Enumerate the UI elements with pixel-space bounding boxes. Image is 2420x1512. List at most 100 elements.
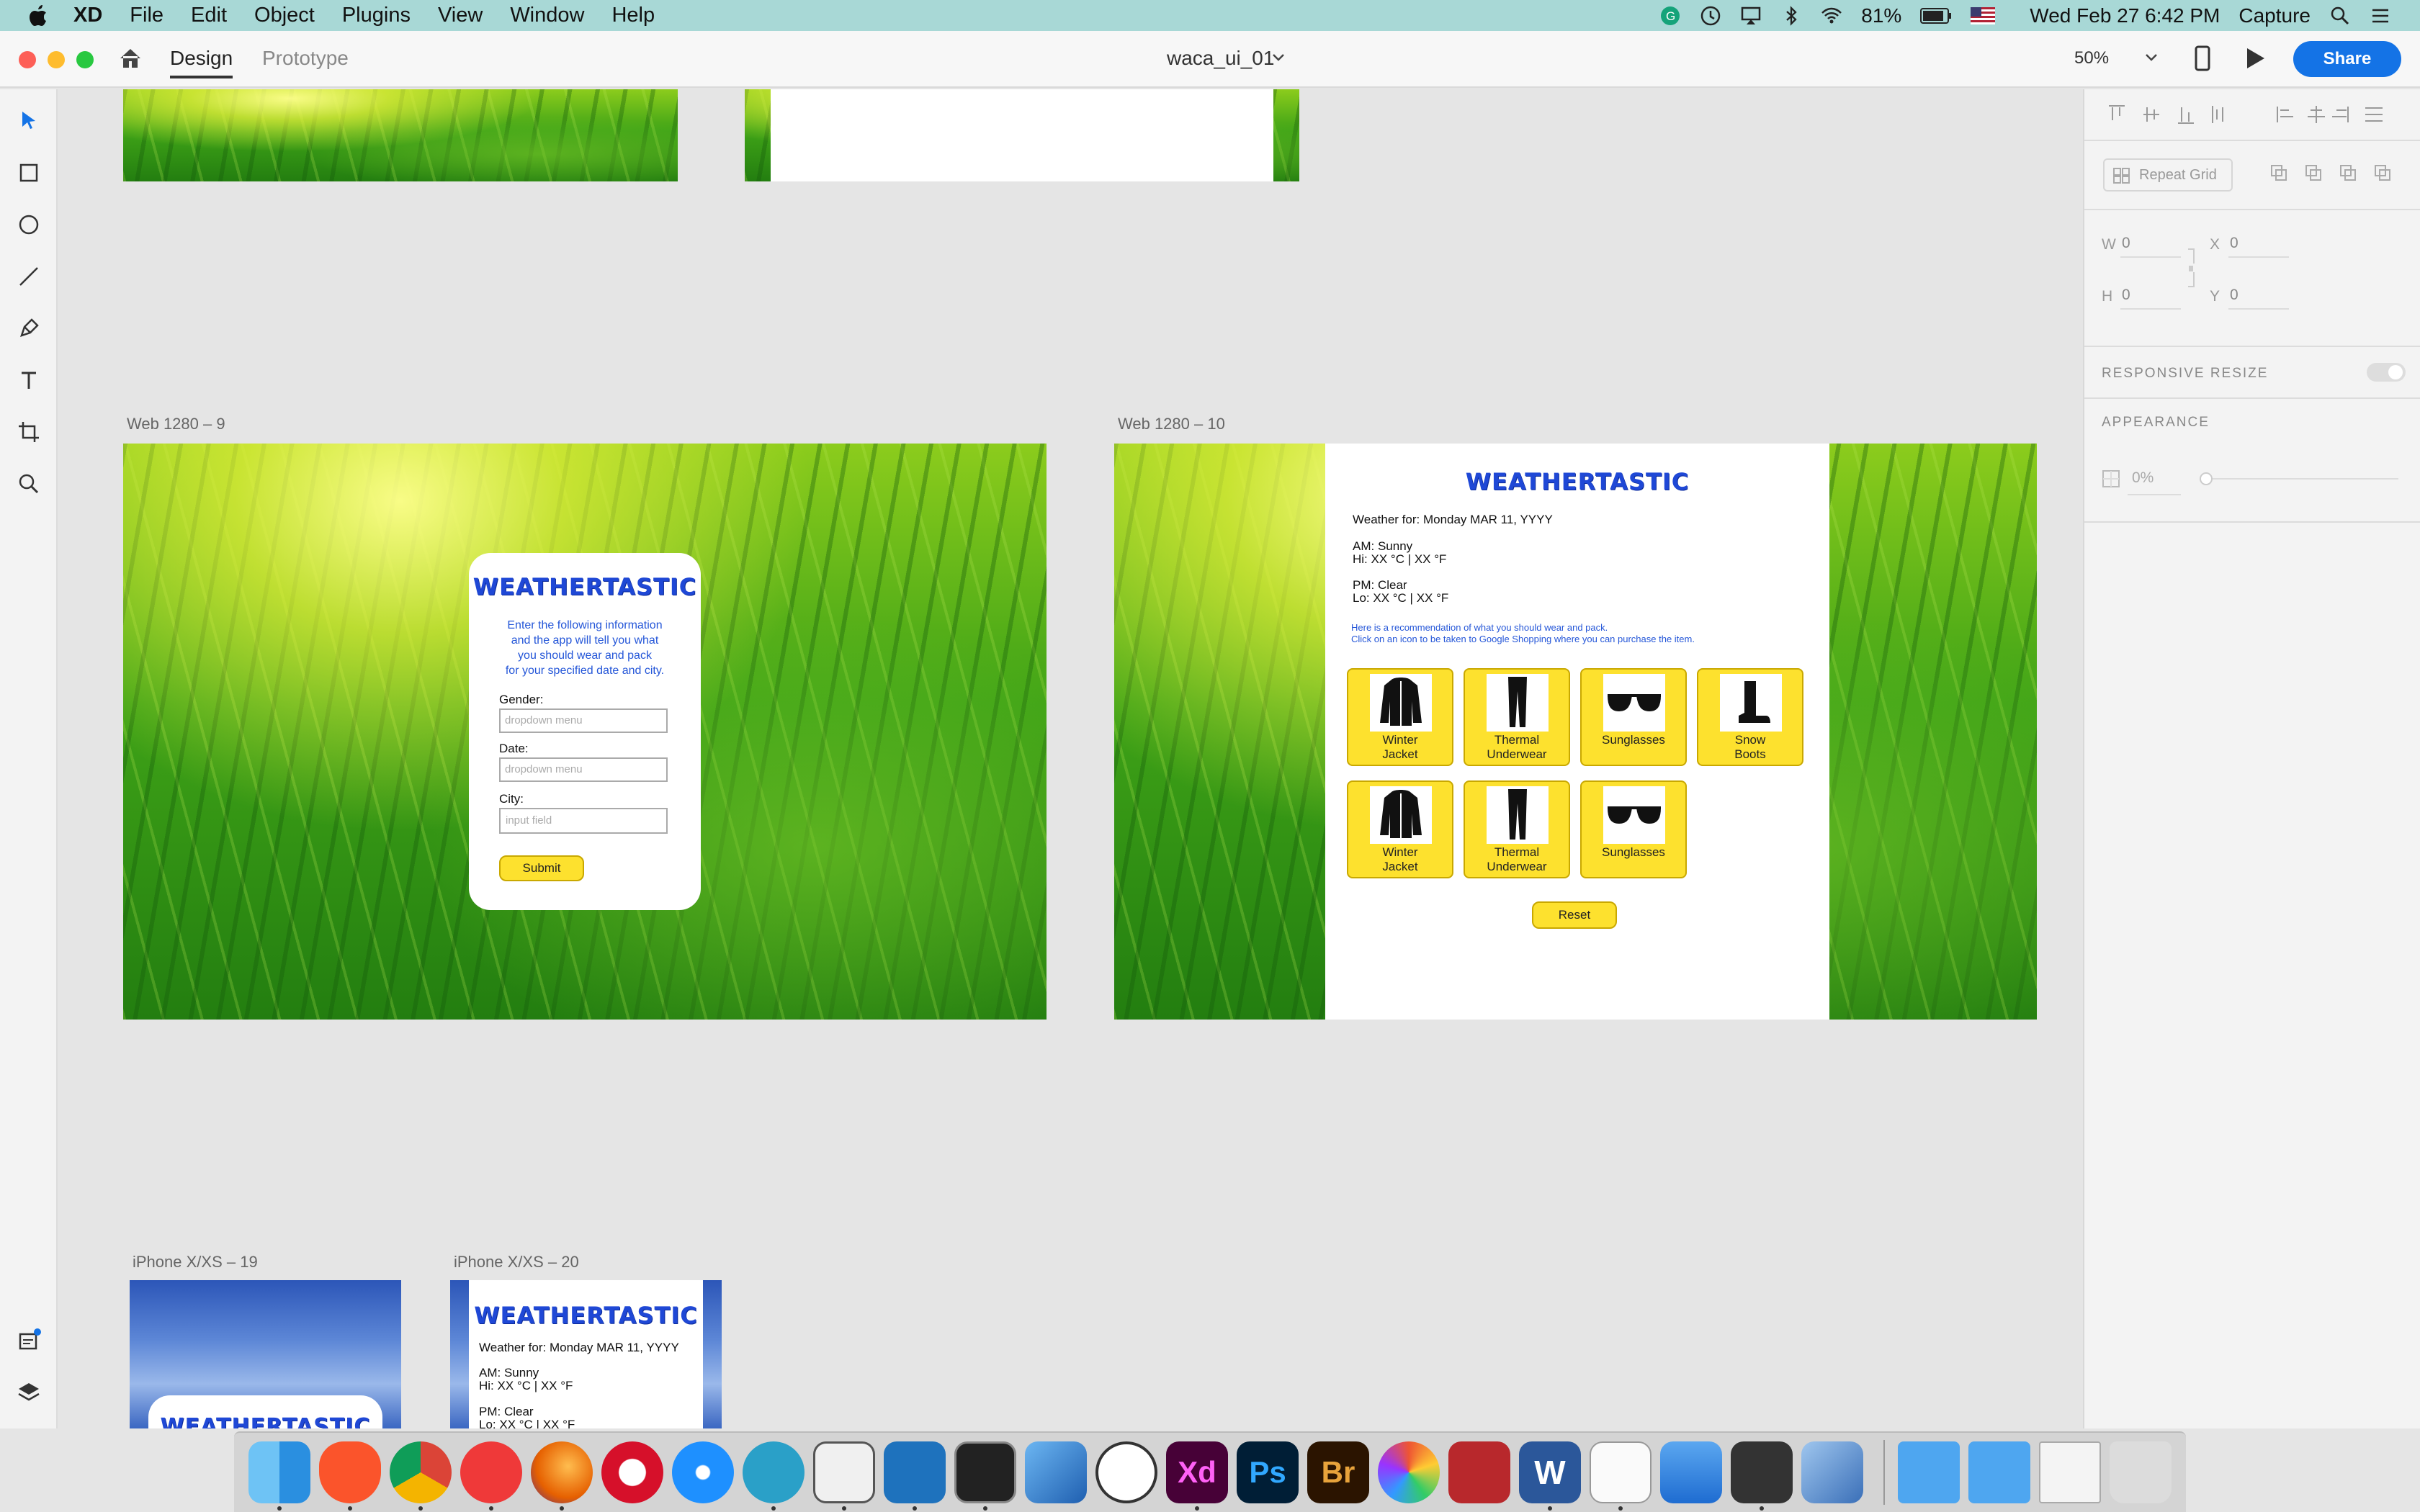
clock-app-icon[interactable] — [1095, 1441, 1157, 1503]
item-card-thermal-underwear[interactable]: Thermal Underwear — [1464, 780, 1570, 878]
menu-view[interactable]: View — [438, 4, 483, 27]
apple-menu-icon[interactable] — [29, 4, 48, 27]
document-title[interactable]: waca_ui_01 — [1167, 47, 1274, 70]
reset-button[interactable]: Reset — [1532, 901, 1617, 929]
pen-tool-icon[interactable] — [16, 315, 42, 341]
menu-help[interactable]: Help — [611, 4, 655, 27]
calculator-icon[interactable] — [1731, 1441, 1793, 1503]
opacity-field[interactable]: 0% — [2132, 469, 2154, 487]
city-input[interactable]: input field — [499, 808, 668, 834]
item-card-snow-boots[interactable]: Snow Boots — [1697, 668, 1803, 766]
trash-icon[interactable] — [2110, 1441, 2172, 1503]
photoshop-icon[interactable]: Ps — [1237, 1441, 1299, 1503]
artboard-web9[interactable]: WEATHERTASTIC Enter the following inform… — [123, 444, 1047, 1020]
tab-prototype[interactable]: Prototype — [262, 47, 349, 70]
zoom-chevron-down-icon[interactable] — [2145, 53, 2158, 63]
minimize-window-button[interactable] — [48, 51, 65, 68]
artboard-label-web9[interactable]: Web 1280 – 9 — [127, 415, 225, 433]
zoom-window-button[interactable] — [76, 51, 94, 68]
battery-icon[interactable] — [1920, 6, 1952, 25]
artboard-web10[interactable]: WEATHERTASTIC Weather for: Monday MAR 11… — [1114, 444, 2037, 1020]
submit-button[interactable]: Submit — [499, 855, 584, 881]
responsive-resize-toggle[interactable] — [2367, 363, 2406, 382]
preview-icon[interactable] — [1801, 1441, 1863, 1503]
menu-plugins[interactable]: Plugins — [342, 4, 411, 27]
us-flag-icon[interactable] — [1971, 6, 1996, 24]
tab-design[interactable]: Design — [170, 47, 233, 78]
item-card-thermal-underwear[interactable]: Thermal Underwear — [1464, 668, 1570, 766]
text-tool-icon[interactable] — [16, 367, 42, 393]
item-card-winter-jacket[interactable]: Winter Jacket — [1347, 668, 1453, 766]
gender-dropdown[interactable]: dropdown menu — [499, 708, 668, 733]
artboard-iphone19[interactable]: WEATHERTASTIC — [130, 1280, 401, 1428]
minimized-window-icon[interactable] — [2039, 1441, 2101, 1503]
brave-icon[interactable] — [319, 1441, 381, 1503]
color-picker-app-icon[interactable] — [1378, 1441, 1440, 1503]
layers-panel-icon[interactable] — [16, 1380, 42, 1405]
artboard-label-iphone20[interactable]: iPhone X/XS – 20 — [454, 1253, 579, 1272]
item-card-winter-jacket[interactable]: Winter Jacket — [1347, 780, 1453, 878]
keynote-icon[interactable] — [1660, 1441, 1722, 1503]
repeat-grid-button[interactable]: Repeat Grid — [2103, 158, 2233, 192]
opacity-slider-handle[interactable] — [2200, 472, 2213, 485]
artboard-top-left-grass[interactable] — [123, 89, 678, 181]
item-card-sunglasses[interactable]: Sunglasses — [1580, 780, 1687, 878]
align-tools-icon[interactable] — [2106, 104, 2394, 125]
airplay-icon[interactable] — [1740, 5, 1762, 27]
menu-edit[interactable]: Edit — [191, 4, 227, 27]
chevron-down-icon[interactable] — [1272, 53, 1285, 63]
bridge-icon[interactable]: Br — [1307, 1441, 1369, 1503]
share-button[interactable]: Share — [2293, 41, 2401, 77]
notification-center-icon[interactable] — [2370, 5, 2391, 27]
assets-panel-icon[interactable] — [16, 1328, 42, 1354]
opera-icon[interactable] — [601, 1441, 663, 1503]
chrome-icon[interactable] — [390, 1441, 452, 1503]
applications-folder-icon[interactable] — [1898, 1441, 1960, 1503]
spotlight-search-icon[interactable] — [2329, 5, 2351, 27]
finder-icon[interactable] — [248, 1441, 310, 1503]
home-icon[interactable] — [118, 47, 143, 70]
bluetooth-icon[interactable] — [1780, 5, 1802, 27]
artboard-label-web10[interactable]: Web 1280 – 10 — [1118, 415, 1225, 433]
xcode-icon[interactable] — [1025, 1441, 1087, 1503]
time-machine-icon[interactable] — [1700, 5, 1721, 27]
word-icon[interactable]: W — [1519, 1441, 1581, 1503]
line-tool-icon[interactable] — [16, 264, 42, 289]
device-preview-icon[interactable] — [2194, 45, 2211, 71]
boolean-ops-icon[interactable] — [2269, 163, 2398, 184]
terminal-icon[interactable] — [954, 1441, 1016, 1503]
ellipse-tool-icon[interactable] — [16, 212, 42, 238]
grammarly-icon[interactable]: G — [1659, 5, 1681, 27]
height-field[interactable]: 0 — [2122, 287, 2130, 304]
wifi-icon[interactable] — [1821, 5, 1842, 27]
play-preview-icon[interactable] — [2244, 47, 2266, 70]
xd-app-icon[interactable]: Xd — [1166, 1441, 1228, 1503]
photo-booth-icon[interactable] — [1448, 1441, 1510, 1503]
close-window-button[interactable] — [19, 51, 36, 68]
artboard-top-right[interactable] — [745, 89, 1299, 181]
clock-datetime[interactable]: Wed Feb 27 6:42 PM — [2030, 4, 2220, 27]
select-tool-icon[interactable] — [16, 108, 42, 134]
macdown-icon[interactable] — [743, 1441, 805, 1503]
y-field[interactable]: 0 — [2230, 287, 2238, 304]
item-card-sunglasses[interactable]: Sunglasses — [1580, 668, 1687, 766]
menu-file[interactable]: File — [130, 4, 163, 27]
width-field[interactable]: 0 — [2122, 235, 2130, 252]
x-field[interactable]: 0 — [2230, 235, 2238, 252]
menu-window[interactable]: Window — [510, 4, 584, 27]
lock-aspect-icon[interactable] — [2187, 246, 2195, 289]
artboard-iphone20[interactable]: WEATHERTASTIC Weather for: Monday MAR 11… — [450, 1280, 722, 1428]
menu-object[interactable]: Object — [254, 4, 315, 27]
artboard-tool-icon[interactable] — [16, 419, 42, 445]
zoom-tool-icon[interactable] — [16, 471, 42, 497]
date-dropdown[interactable]: dropdown menu — [499, 757, 668, 782]
slack-icon[interactable] — [813, 1441, 875, 1503]
artboard-label-iphone19[interactable]: iPhone X/XS – 19 — [133, 1253, 258, 1272]
zoom-level[interactable]: 50% — [2074, 48, 2109, 68]
menu-app-xd[interactable]: XD — [73, 4, 102, 27]
safari-icon[interactable] — [672, 1441, 734, 1503]
textedit-icon[interactable] — [1590, 1441, 1652, 1503]
vscode-icon[interactable] — [884, 1441, 946, 1503]
capture-menu[interactable]: Capture — [2238, 4, 2311, 27]
firefox-icon[interactable] — [531, 1441, 593, 1503]
